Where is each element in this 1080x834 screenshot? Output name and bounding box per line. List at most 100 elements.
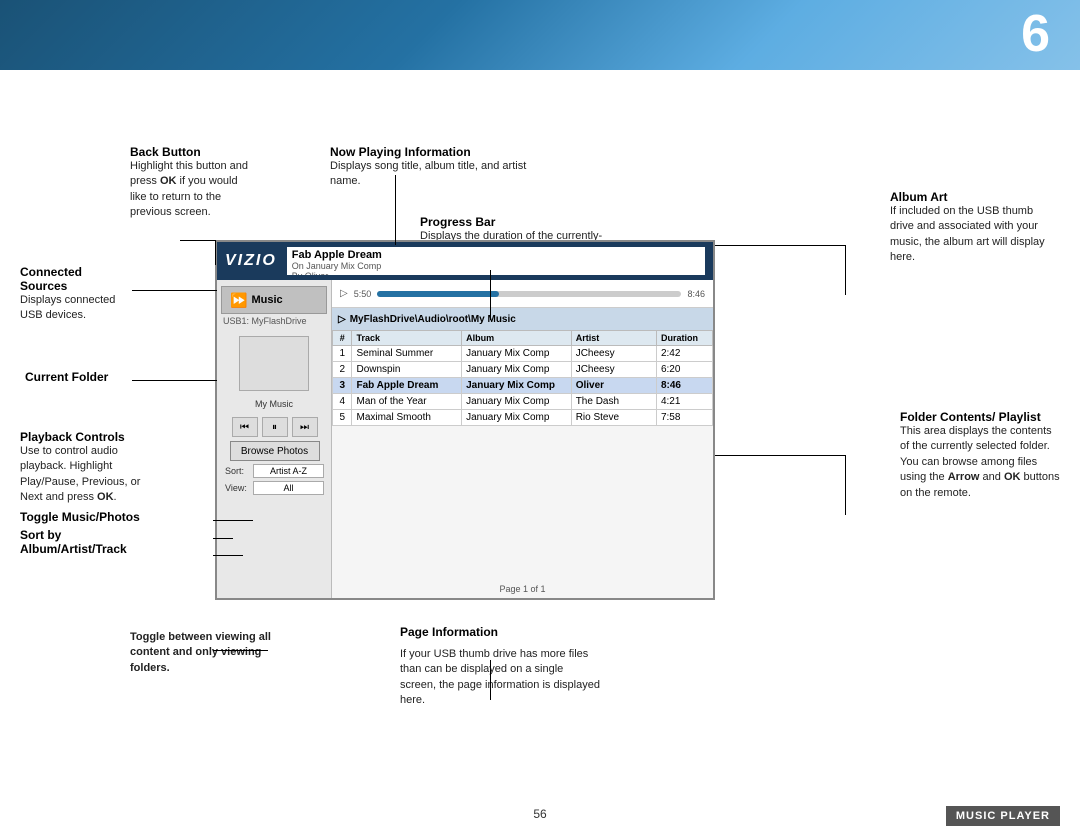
sort-row: Sort: Artist A-Z: [225, 464, 324, 478]
table-row[interactable]: 2DownspinJanuary Mix CompJCheesy6:20: [333, 362, 713, 378]
progress-area: ▷ 5:50 8:46: [332, 280, 713, 308]
callout-line-foldercont-v: [845, 455, 846, 515]
table-cell: January Mix Comp: [462, 378, 572, 394]
view-label: View:: [225, 483, 253, 493]
annotation-back-button-title: Back Button: [130, 145, 250, 159]
annotation-now-playing-body: Displays song title, album title, and ar…: [330, 159, 550, 190]
breadcrumb-icon: ▷: [338, 314, 346, 325]
breadcrumb-bar: ▷ MyFlashDrive\Audio\root\My Music: [332, 308, 713, 330]
callout-line-browse: [213, 555, 243, 556]
table-cell: Maximal Smooth: [352, 410, 462, 426]
table-cell: January Mix Comp: [462, 346, 572, 362]
table-cell: Fab Apple Dream: [352, 378, 462, 394]
annotation-back-button: Back Button Highlight this button and pr…: [130, 145, 250, 221]
playback-controls: ⏮ ⏸ ⏭ Browse Photos Sort: Artist A-Z Vie…: [221, 417, 328, 498]
callout-line-toggle: [213, 538, 233, 539]
page-info-bar: Page 1 of 1: [332, 584, 713, 594]
callout-line-viewtoggle: [213, 650, 268, 651]
ui-panel: VIZIO Fab Apple Dream On January Mix Com…: [215, 240, 715, 600]
music-tab-label: Music: [251, 294, 282, 306]
vizio-logo: VIZIO: [225, 252, 277, 270]
table-row[interactable]: 5Maximal SmoothJanuary Mix CompRio Steve…: [333, 410, 713, 426]
sort-value[interactable]: Artist A-Z: [253, 464, 324, 478]
progress-track: [377, 291, 681, 297]
annotation-current-folder: Current Folder: [25, 370, 135, 384]
callout-line-back-h: [180, 240, 216, 241]
sort-label: Sort:: [225, 466, 253, 476]
table-cell: Man of the Year: [352, 394, 462, 410]
table-cell: January Mix Comp: [462, 394, 572, 410]
table-cell: 6:20: [656, 362, 712, 378]
callout-line-nowplaying: [395, 175, 396, 245]
callout-line-albumart-v: [845, 245, 846, 295]
annotation-playback-controls: Playback Controls Use to control audio p…: [20, 430, 150, 556]
music-icon: ⏩: [230, 292, 247, 309]
table-row[interactable]: 1Seminal SummerJanuary Mix CompJCheesy2:…: [333, 346, 713, 362]
annotation-folder-contents: Folder Contents/ Playlist This area disp…: [900, 410, 1060, 501]
folder-name-label: My Music: [217, 399, 331, 409]
annotation-connected-sources: Connected Sources Displays connected USB…: [20, 265, 130, 324]
time-elapsed: 5:50: [354, 289, 372, 299]
table-cell: 2: [333, 362, 352, 378]
bottom-bar: 56: [0, 794, 1080, 834]
music-tab[interactable]: ⏩ Music: [221, 286, 327, 314]
callout-line-folder: [132, 380, 217, 381]
callout-line-connected: [132, 290, 217, 291]
table-cell: 4:21: [656, 394, 712, 410]
music-player-label: MUSIC PLAYER: [946, 806, 1060, 826]
callout-line-foldercont: [715, 455, 845, 456]
table-cell: 4: [333, 394, 352, 410]
annotation-connected-sources-body: Displays connected USB devices.: [20, 293, 130, 324]
table-cell: Rio Steve: [571, 410, 656, 426]
view-value[interactable]: All: [253, 481, 324, 495]
now-playing-panel: Fab Apple Dream On January Mix Comp By O…: [287, 247, 705, 275]
browse-photos-button[interactable]: Browse Photos: [230, 441, 320, 461]
annotation-current-folder-title: Current Folder: [25, 370, 135, 384]
page-number-large: 6: [1021, 8, 1050, 60]
table-row[interactable]: 4Man of the YearJanuary Mix CompThe Dash…: [333, 394, 713, 410]
annotation-folder-contents-body: This area displays the contents of the c…: [900, 424, 1060, 501]
table-cell: January Mix Comp: [462, 362, 572, 378]
play-pause-button[interactable]: ⏸: [262, 417, 288, 437]
col-header-track: Track: [352, 331, 462, 346]
table-cell: 2:42: [656, 346, 712, 362]
next-button[interactable]: ⏭: [292, 417, 318, 437]
controls-row: ⏮ ⏸ ⏭: [221, 417, 328, 437]
folder-thumbnail: [239, 336, 309, 391]
annotation-album-art-body: If included on the USB thumb drive and a…: [890, 204, 1050, 266]
table-cell: JCheesy: [571, 362, 656, 378]
annotation-sort-label: Sort by Album/Artist/Track: [20, 528, 150, 556]
table-cell: 5: [333, 410, 352, 426]
table-row[interactable]: 3Fab Apple DreamJanuary Mix CompOliver8:…: [333, 378, 713, 394]
now-playing-on: On January Mix Comp: [292, 261, 700, 271]
col-header-artist: Artist: [571, 331, 656, 346]
annotation-page-info: Page Information If your USB thumb drive…: [400, 625, 600, 709]
callout-line-pageinfo: [490, 660, 491, 700]
callout-line-albumart-h: [715, 245, 845, 246]
table-cell: January Mix Comp: [462, 410, 572, 426]
table-cell: 8:46: [656, 378, 712, 394]
annotation-toggle-view-body: Toggle between viewing all content and o…: [130, 630, 280, 676]
prev-button[interactable]: ⏮: [232, 417, 258, 437]
track-table: # Track Album Artist Duration 1Seminal S…: [332, 330, 713, 426]
main-content: Back Button Highlight this button and pr…: [0, 70, 1080, 794]
play-icon: ▷: [340, 288, 348, 299]
annotation-album-art: Album Art If included on the USB thumb d…: [890, 190, 1050, 266]
table-header-row: # Track Album Artist Duration: [333, 331, 713, 346]
col-header-album: Album: [462, 331, 572, 346]
vizio-header: VIZIO Fab Apple Dream On January Mix Com…: [217, 242, 713, 280]
content-area: ▷ 5:50 8:46 ▷ MyFlashDrive\Audio\root\My…: [332, 280, 713, 598]
time-total: 8:46: [687, 289, 705, 299]
annotation-page-info-body: If your USB thumb drive has more files t…: [400, 647, 600, 709]
sidebar: ⏩ Music USB1: MyFlashDrive My Music ⏮ ⏸ …: [217, 280, 332, 598]
callout-line-progress: [490, 270, 491, 320]
annotation-back-button-body: Highlight this button and press OK if yo…: [130, 159, 250, 221]
progress-fill: [377, 291, 499, 297]
top-bar: [0, 0, 1080, 70]
table-cell: 3: [333, 378, 352, 394]
now-playing-by: By Oliver: [292, 271, 700, 275]
annotation-progress-bar-title: Progress Bar: [420, 215, 620, 229]
table-cell: JCheesy: [571, 346, 656, 362]
table-cell: The Dash: [571, 394, 656, 410]
annotation-album-art-title: Album Art: [890, 190, 1050, 204]
